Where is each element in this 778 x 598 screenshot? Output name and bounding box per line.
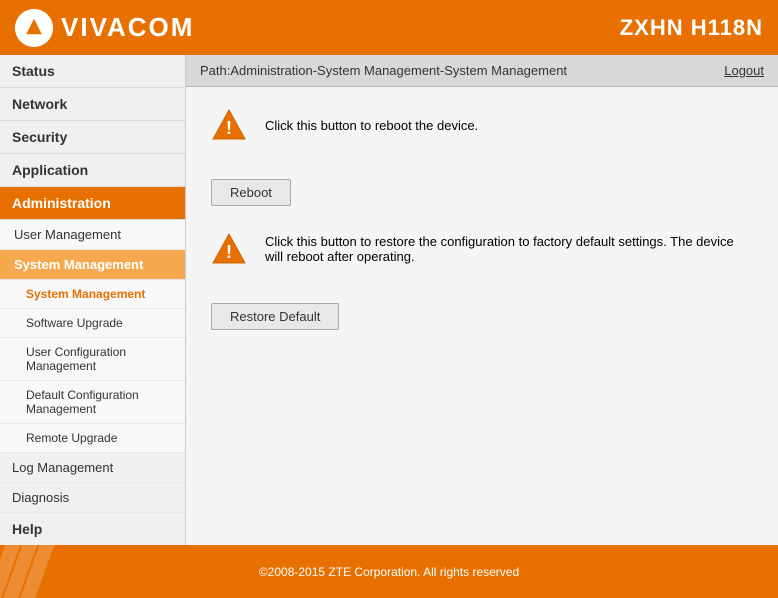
reboot-text: Click this button to reboot the device.: [265, 118, 478, 133]
sidebar-item-application[interactable]: Application: [0, 154, 185, 187]
sidebar-sub-log-management[interactable]: Log Management: [0, 453, 185, 483]
footer-copyright: ©2008-2015 ZTE Corporation. All rights r…: [259, 565, 519, 579]
main-container: Status Network Security Application Admi…: [0, 55, 778, 545]
svg-text:!: !: [226, 118, 232, 138]
footer-stripes: [0, 545, 60, 598]
footer: ©2008-2015 ZTE Corporation. All rights r…: [0, 545, 778, 598]
sidebar-sub-system-management[interactable]: System Management: [0, 280, 185, 309]
content: Path:Administration-System Management-Sy…: [186, 55, 778, 545]
reboot-row: ! Click this button to reboot the device…: [211, 107, 753, 143]
restore-block: ! Click this button to restore the confi…: [211, 231, 753, 330]
sidebar-sub-user-config[interactable]: User Configuration Management: [0, 338, 185, 381]
sidebar-item-administration[interactable]: Administration: [0, 187, 185, 220]
sidebar-sub-default-config[interactable]: Default Configuration Management: [0, 381, 185, 424]
sidebar-item-status[interactable]: Status: [0, 55, 185, 88]
sidebar-item-help[interactable]: Help: [0, 513, 185, 545]
reboot-warning-icon: !: [211, 107, 247, 143]
reboot-block: ! Click this button to reboot the device…: [211, 107, 753, 206]
breadcrumb-path: Path:Administration-System Management-Sy…: [200, 63, 567, 78]
sidebar-admin-submenu: User Management System Management System…: [0, 220, 185, 453]
sidebar-sub-software-upgrade[interactable]: Software Upgrade: [0, 309, 185, 338]
breadcrumb-bar: Path:Administration-System Management-Sy…: [186, 55, 778, 87]
sidebar-sub-remote-upgrade[interactable]: Remote Upgrade: [0, 424, 185, 453]
device-name: ZXHN H118N: [620, 15, 763, 41]
content-body: ! Click this button to reboot the device…: [186, 87, 778, 545]
logo-area: VIVACOM: [15, 9, 194, 47]
svg-text:!: !: [226, 242, 232, 262]
sidebar-item-security[interactable]: Security: [0, 121, 185, 154]
sidebar-sub-user-management[interactable]: User Management: [0, 220, 185, 250]
restore-default-button[interactable]: Restore Default: [211, 303, 339, 330]
logo-text: VIVACOM: [61, 12, 194, 43]
restore-warning-icon: !: [211, 231, 247, 267]
restore-row: ! Click this button to restore the confi…: [211, 231, 753, 267]
reboot-button[interactable]: Reboot: [211, 179, 291, 206]
sidebar-sub-system-management-group[interactable]: System Management: [0, 250, 185, 280]
sidebar-sub-diagnosis[interactable]: Diagnosis: [0, 483, 185, 513]
header: VIVACOM ZXHN H118N: [0, 0, 778, 55]
restore-text: Click this button to restore the configu…: [265, 234, 753, 264]
sidebar: Status Network Security Application Admi…: [0, 55, 186, 545]
logo-icon: [15, 9, 53, 47]
logout-link[interactable]: Logout: [724, 63, 764, 78]
sidebar-item-network[interactable]: Network: [0, 88, 185, 121]
